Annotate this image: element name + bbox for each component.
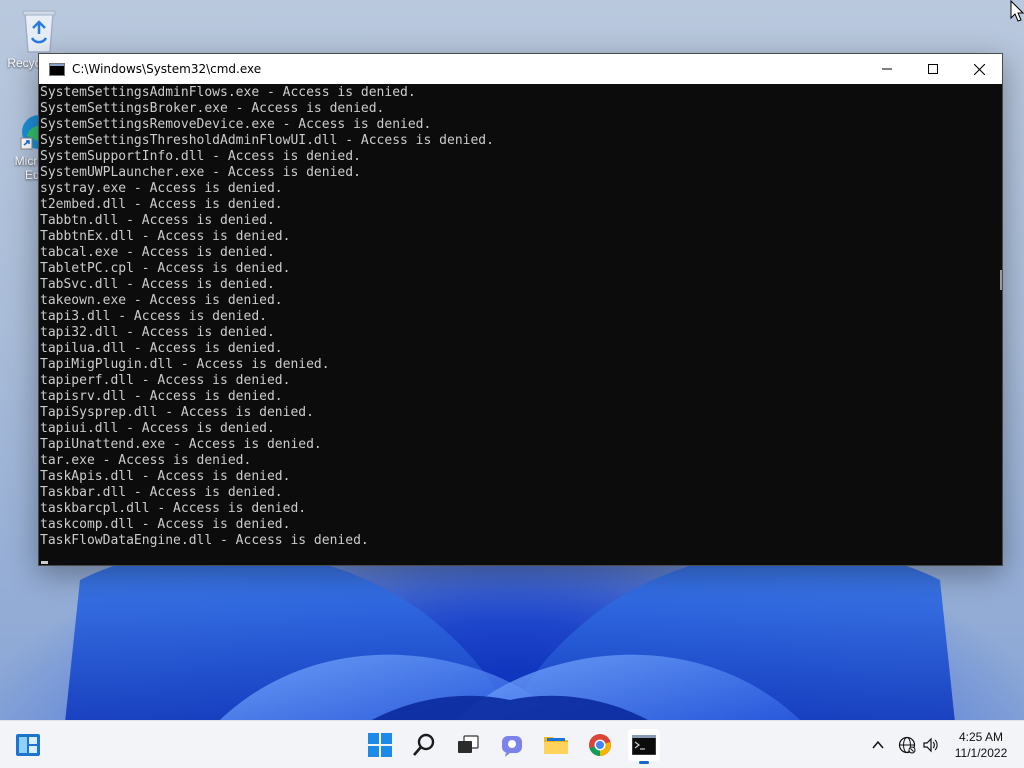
minimize-icon (882, 68, 892, 70)
console-output[interactable]: SystemSettingsAdminFlows.exe - Access is… (39, 84, 999, 565)
console-line: TaskFlowDataEngine.dll - Access is denie… (40, 533, 369, 548)
console-line: TabletPC.cpl - Access is denied. (40, 261, 291, 276)
console-line: tabcal.exe - Access is denied. (40, 245, 275, 260)
mouse-cursor-icon (1010, 0, 1024, 22)
console-line: tar.exe - Access is denied. (40, 453, 252, 468)
console-line: taskbarcpl.dll - Access is denied. (40, 501, 307, 516)
console-line: Taskbar.dll - Access is denied. (40, 485, 283, 500)
console-line: tapisrv.dll - Access is denied. (40, 389, 283, 404)
volume-button[interactable] (919, 733, 943, 757)
chat-icon (502, 736, 522, 757)
console-line: SystemSupportInfo.dll - Access is denied… (40, 149, 361, 164)
cmd-window[interactable]: C:\Windows\System32\cmd.exe SystemSettin… (38, 53, 1003, 566)
console-line: SystemSettingsThresholdAdminFlowUI.dll -… (40, 133, 494, 148)
console-line: SystemSettingsAdminFlows.exe - Access is… (40, 85, 416, 100)
network-icon (898, 736, 916, 754)
console-line: TabbtnEx.dll - Access is denied. (40, 229, 291, 244)
chevron-up-icon (872, 740, 884, 749)
console-line: tapi32.dll - Access is denied. (40, 325, 275, 340)
console-line: t2embed.dll - Access is denied. (40, 197, 283, 212)
terminal-icon (632, 735, 656, 755)
task-view-icon (458, 735, 479, 753)
console-line: TapiUnattend.exe - Access is denied. (40, 437, 322, 452)
file-explorer-button[interactable] (540, 729, 572, 761)
minimize-button[interactable] (864, 54, 910, 84)
cmd-app-icon (49, 62, 65, 76)
task-view-button[interactable] (452, 729, 484, 761)
chat-button[interactable] (496, 729, 528, 761)
close-button[interactable] (956, 54, 1002, 84)
console-lines: SystemSettingsAdminFlows.exe - Access is… (40, 85, 494, 549)
scrollbar[interactable] (999, 84, 1002, 565)
network-button[interactable] (895, 733, 919, 757)
search-button[interactable] (408, 729, 440, 761)
console-line: SystemUWPLauncher.exe - Access is denied… (40, 165, 361, 180)
console-line: TapiSysprep.dll - Access is denied. (40, 405, 314, 420)
console-line: tapilua.dll - Access is denied. (40, 341, 283, 356)
console-line: taskcomp.dll - Access is denied. (40, 517, 291, 532)
search-icon (413, 733, 435, 756)
recycle-bin-icon (22, 10, 56, 53)
widgets-icon (16, 734, 40, 756)
file-explorer-icon (544, 737, 568, 754)
widgets-button[interactable] (12, 729, 44, 761)
window-titlebar[interactable]: C:\Windows\System32\cmd.exe (39, 54, 1002, 84)
console-line: TaskApis.dll - Access is denied. (40, 469, 291, 484)
volume-icon (923, 737, 938, 753)
start-button[interactable] (364, 729, 396, 761)
terminal-button[interactable] (628, 729, 660, 764)
console-line: tapiui.dll - Access is denied. (40, 421, 275, 436)
scrollbar-thumb[interactable] (1000, 270, 1002, 290)
maximize-button[interactable] (910, 54, 956, 84)
console-line: Tabbtn.dll - Access is denied. (40, 213, 275, 228)
chrome-button[interactable] (584, 729, 616, 761)
clock-time: 4:25 AM (958, 730, 1004, 744)
chrome-icon (589, 734, 611, 756)
taskbar: 4:25 AM 11/1/2022 (0, 720, 1024, 768)
clock-date: 11/1/2022 (954, 746, 1008, 760)
window-title: C:\Windows\System32\cmd.exe (72, 62, 262, 76)
console-line: tapiperf.dll - Access is denied. (40, 373, 291, 388)
console-line: SystemSettingsRemoveDevice.exe - Access … (40, 117, 432, 132)
text-cursor (41, 561, 48, 564)
console-line: takeown.exe - Access is denied. (40, 293, 283, 308)
console-line: SystemSettingsBroker.exe - Access is den… (40, 101, 385, 116)
clock[interactable]: 4:25 AM 11/1/2022 (946, 729, 1016, 761)
close-icon (973, 63, 985, 75)
show-hidden-icons-button[interactable] (866, 733, 890, 757)
start-icon (368, 733, 392, 757)
console-line: TabSvc.dll - Access is denied. (40, 277, 275, 292)
console-line: systray.exe - Access is denied. (40, 181, 283, 196)
console-line: TapiMigPlugin.dll - Access is denied. (40, 357, 330, 372)
maximize-icon (928, 64, 938, 74)
console-line: tapi3.dll - Access is denied. (40, 309, 267, 324)
